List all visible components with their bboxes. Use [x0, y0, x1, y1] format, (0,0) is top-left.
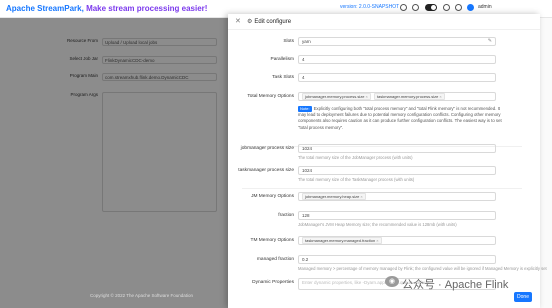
- tag-close-icon[interactable]: ×: [376, 238, 378, 243]
- brand-prefix: Apache StreamPark,: [6, 4, 84, 13]
- version-text: version: 2.0.0-SNAPSHOT: [340, 4, 400, 10]
- dynamic-properties-label: Dynamic Properties: [252, 280, 294, 285]
- fullscreen-icon[interactable]: [412, 4, 419, 11]
- jm-process-size-value: 1024: [302, 146, 313, 151]
- theme-toggle[interactable]: [425, 4, 437, 11]
- drawer-title-text: Edit configure: [254, 19, 292, 25]
- drawer-title: ⚙ Edit configure: [247, 18, 291, 25]
- edit-icon[interactable]: ✎: [488, 38, 492, 45]
- watermark: ◉ 公众号 · Apache Flink: [385, 276, 508, 292]
- fraction-label: fraction: [278, 213, 294, 218]
- user-name[interactable]: admin: [478, 4, 492, 10]
- memory-option-tag: taskmanager.memory.process.size×: [373, 93, 445, 100]
- tag-text: jobmanager.memory.heap.size: [305, 194, 360, 199]
- divider: [242, 188, 522, 189]
- memory-option-tag: jobmanager.memory.process.size×: [302, 93, 371, 100]
- tm-process-size-value: 1024: [302, 168, 313, 173]
- memory-option-tag: jobmanager.memory.heap.size×: [302, 193, 366, 200]
- fraction-input[interactable]: 128: [298, 211, 496, 220]
- wechat-icon: ◉: [385, 276, 399, 287]
- managed-fraction-input[interactable]: 0.2: [298, 255, 496, 264]
- task-slots-label: Task Slots: [272, 75, 294, 80]
- slots-input[interactable]: yarn ✎: [298, 37, 496, 46]
- modal-mask[interactable]: [0, 18, 228, 308]
- slots-value: yarn: [302, 39, 311, 44]
- tm-process-size-help: The total memory size of the TaskManager…: [298, 177, 415, 182]
- language-icon[interactable]: [443, 4, 450, 11]
- jm-process-size-help: The total memory size of the JobManager …: [298, 155, 413, 160]
- tm-process-size-label: taskmanager process size: [238, 168, 294, 173]
- tag-close-icon[interactable]: ×: [366, 94, 368, 99]
- notification-icon[interactable]: [455, 4, 462, 11]
- task-slots-value: 4: [302, 75, 305, 80]
- github-icon[interactable]: [400, 4, 407, 11]
- watermark-text: 公众号 · Apache Flink: [402, 279, 509, 291]
- version-label: version: 2.0.0-SNAPSHOT: [340, 4, 399, 10]
- note-text: Explicitly configuring both "total proce…: [298, 106, 502, 130]
- memory-option-tag: taskmanager.memory.managed.fraction×: [302, 237, 382, 244]
- close-icon[interactable]: ✕: [235, 17, 241, 25]
- jm-process-size-input[interactable]: 1024: [298, 144, 496, 153]
- parallelism-value: 4: [302, 57, 305, 62]
- jm-memory-label: JM Memory Options: [251, 194, 294, 199]
- done-button[interactable]: Done: [514, 292, 532, 302]
- parallelism-label: Parallelism: [270, 57, 294, 62]
- fraction-help: JobManager's JVM Heap Memory size; the r…: [298, 222, 457, 227]
- brand-slogan: Make stream processing easier!: [86, 4, 208, 13]
- copyright-text: Copyright © 2022 The Apache Software Fou…: [90, 293, 194, 298]
- total-memory-select[interactable]: jobmanager.memory.process.size× taskmanag…: [298, 92, 496, 101]
- tag-text: taskmanager.memory.process.size: [376, 94, 439, 99]
- gear-icon: ⚙: [247, 19, 253, 25]
- slots-label: Slots: [283, 39, 294, 44]
- fraction-value: 128: [302, 213, 310, 218]
- tm-process-size-input[interactable]: 1024: [298, 166, 496, 175]
- tag-text: jobmanager.memory.process.size: [305, 94, 365, 99]
- jm-process-size-label: jobmanager process size: [240, 146, 294, 151]
- tm-memory-select[interactable]: taskmanager.memory.managed.fraction×: [298, 236, 496, 245]
- tag-text: taskmanager.memory.managed.fraction: [305, 238, 376, 243]
- managed-fraction-value: 0.2: [302, 257, 309, 262]
- memory-note: Note: Explicitly configuring both "total …: [298, 106, 502, 131]
- tag-close-icon[interactable]: ×: [439, 94, 441, 99]
- edit-configure-drawer: ✕ ⚙ Edit configure Slots yarn ✎ Parallelis…: [228, 14, 547, 308]
- tm-memory-label: TM Memory Options: [250, 238, 294, 243]
- task-slots-input[interactable]: 4: [298, 73, 496, 82]
- parallelism-input[interactable]: 4: [298, 55, 496, 64]
- managed-fraction-label: managed fraction: [256, 257, 294, 262]
- total-memory-label: Total Memory Options: [247, 94, 294, 99]
- avatar[interactable]: [467, 4, 474, 11]
- brand-title: Apache StreamPark, Make stream processin…: [6, 4, 207, 13]
- tag-close-icon[interactable]: ×: [360, 194, 362, 199]
- managed-fraction-help: Managed memory > percentage of memory ma…: [298, 266, 547, 271]
- drawer-header: ✕ ⚙ Edit configure: [228, 14, 540, 30]
- right-edge-panel: [540, 18, 552, 308]
- jm-memory-select[interactable]: jobmanager.memory.heap.size×: [298, 192, 496, 201]
